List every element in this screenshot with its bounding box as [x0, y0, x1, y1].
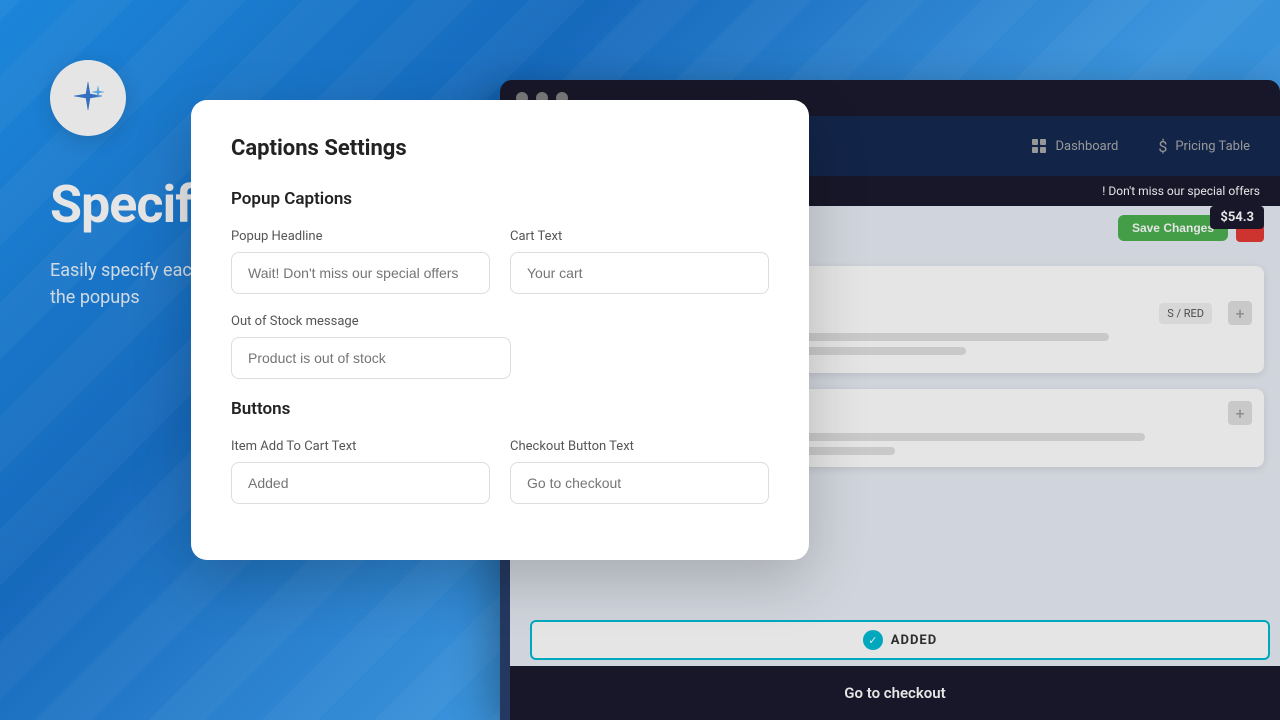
popup-captions-row: Popup Headline Cart Text [231, 229, 769, 294]
out-of-stock-group: Out of Stock message [231, 314, 769, 379]
checkout-btn-label: Checkout Button Text [510, 439, 769, 454]
popup-headline-input[interactable] [231, 252, 490, 294]
cart-text-group: Cart Text [510, 229, 769, 294]
cart-text-label: Cart Text [510, 229, 769, 244]
checkout-btn-input[interactable] [510, 462, 769, 504]
popup-headline-label: Popup Headline [231, 229, 490, 244]
popup-captions-section-title: Popup Captions [231, 189, 769, 209]
buttons-row: Item Add To Cart Text Checkout Button Te… [231, 439, 769, 504]
out-of-stock-row: Out of Stock message [231, 314, 769, 379]
captions-settings-modal: Captions Settings Popup Captions Popup H… [191, 100, 809, 560]
popup-headline-group: Popup Headline [231, 229, 490, 294]
modal-overlay: Captions Settings Popup Captions Popup H… [0, 0, 1280, 720]
modal-title: Captions Settings [231, 136, 769, 161]
out-of-stock-label: Out of Stock message [231, 314, 769, 329]
buttons-section-title: Buttons [231, 399, 769, 419]
checkout-btn-group: Checkout Button Text [510, 439, 769, 504]
out-of-stock-input[interactable] [231, 337, 511, 379]
item-add-label: Item Add To Cart Text [231, 439, 490, 454]
cart-text-input[interactable] [510, 252, 769, 294]
item-add-input[interactable] [231, 462, 490, 504]
item-add-group: Item Add To Cart Text [231, 439, 490, 504]
buttons-section: Buttons Item Add To Cart Text Checkout B… [231, 399, 769, 504]
